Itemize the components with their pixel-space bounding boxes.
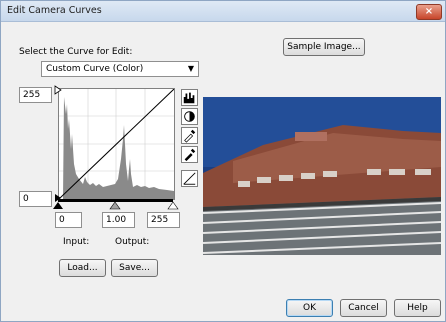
white-point-handle xyxy=(167,201,179,210)
input-slider-handles[interactable] xyxy=(53,201,183,211)
curve-select[interactable]: Custom Curve (Color) ▼ xyxy=(41,61,199,77)
output-label: Output: xyxy=(115,237,150,247)
ok-button[interactable]: OK xyxy=(286,299,333,317)
eyedropper-black-icon[interactable] xyxy=(181,127,198,144)
edit-camera-curves-dialog: Edit Camera Curves × Select the Curve fo… xyxy=(0,0,446,322)
gamma-handle xyxy=(109,201,121,210)
save-button[interactable]: Save... xyxy=(111,259,158,277)
title-bar: Edit Camera Curves × xyxy=(1,1,445,22)
chevron-down-icon: ▼ xyxy=(187,64,194,73)
curve-reset-icon[interactable] xyxy=(181,170,198,187)
histogram-icon[interactable] xyxy=(181,89,198,106)
input-min-field[interactable]: 0 xyxy=(55,212,82,228)
input-label: Input: xyxy=(63,237,90,247)
curve-select-label: Select the Curve for Edit: xyxy=(19,47,133,57)
curve-select-value: Custom Curve (Color) xyxy=(46,64,144,74)
histogram xyxy=(59,97,174,199)
black-point-handle xyxy=(53,202,63,209)
curve-editor[interactable] xyxy=(58,88,175,200)
sample-image-button[interactable]: Sample Image... xyxy=(283,38,365,56)
eyedropper-white-icon[interactable] xyxy=(181,146,198,163)
help-button[interactable]: Help xyxy=(394,299,441,317)
close-button[interactable]: × xyxy=(416,4,442,20)
preview-image xyxy=(203,97,441,255)
contrast-icon[interactable] xyxy=(181,108,198,125)
output-min-field[interactable]: 0 xyxy=(19,191,52,207)
output-max-field[interactable]: 255 xyxy=(19,87,52,103)
load-button[interactable]: Load... xyxy=(59,259,106,277)
window-title: Edit Camera Curves xyxy=(7,5,102,16)
input-max-field[interactable]: 255 xyxy=(147,212,180,228)
cancel-button[interactable]: Cancel xyxy=(340,299,387,317)
gamma-field[interactable]: 1.00 xyxy=(102,212,135,228)
output-max-marker-icon[interactable] xyxy=(53,85,63,95)
